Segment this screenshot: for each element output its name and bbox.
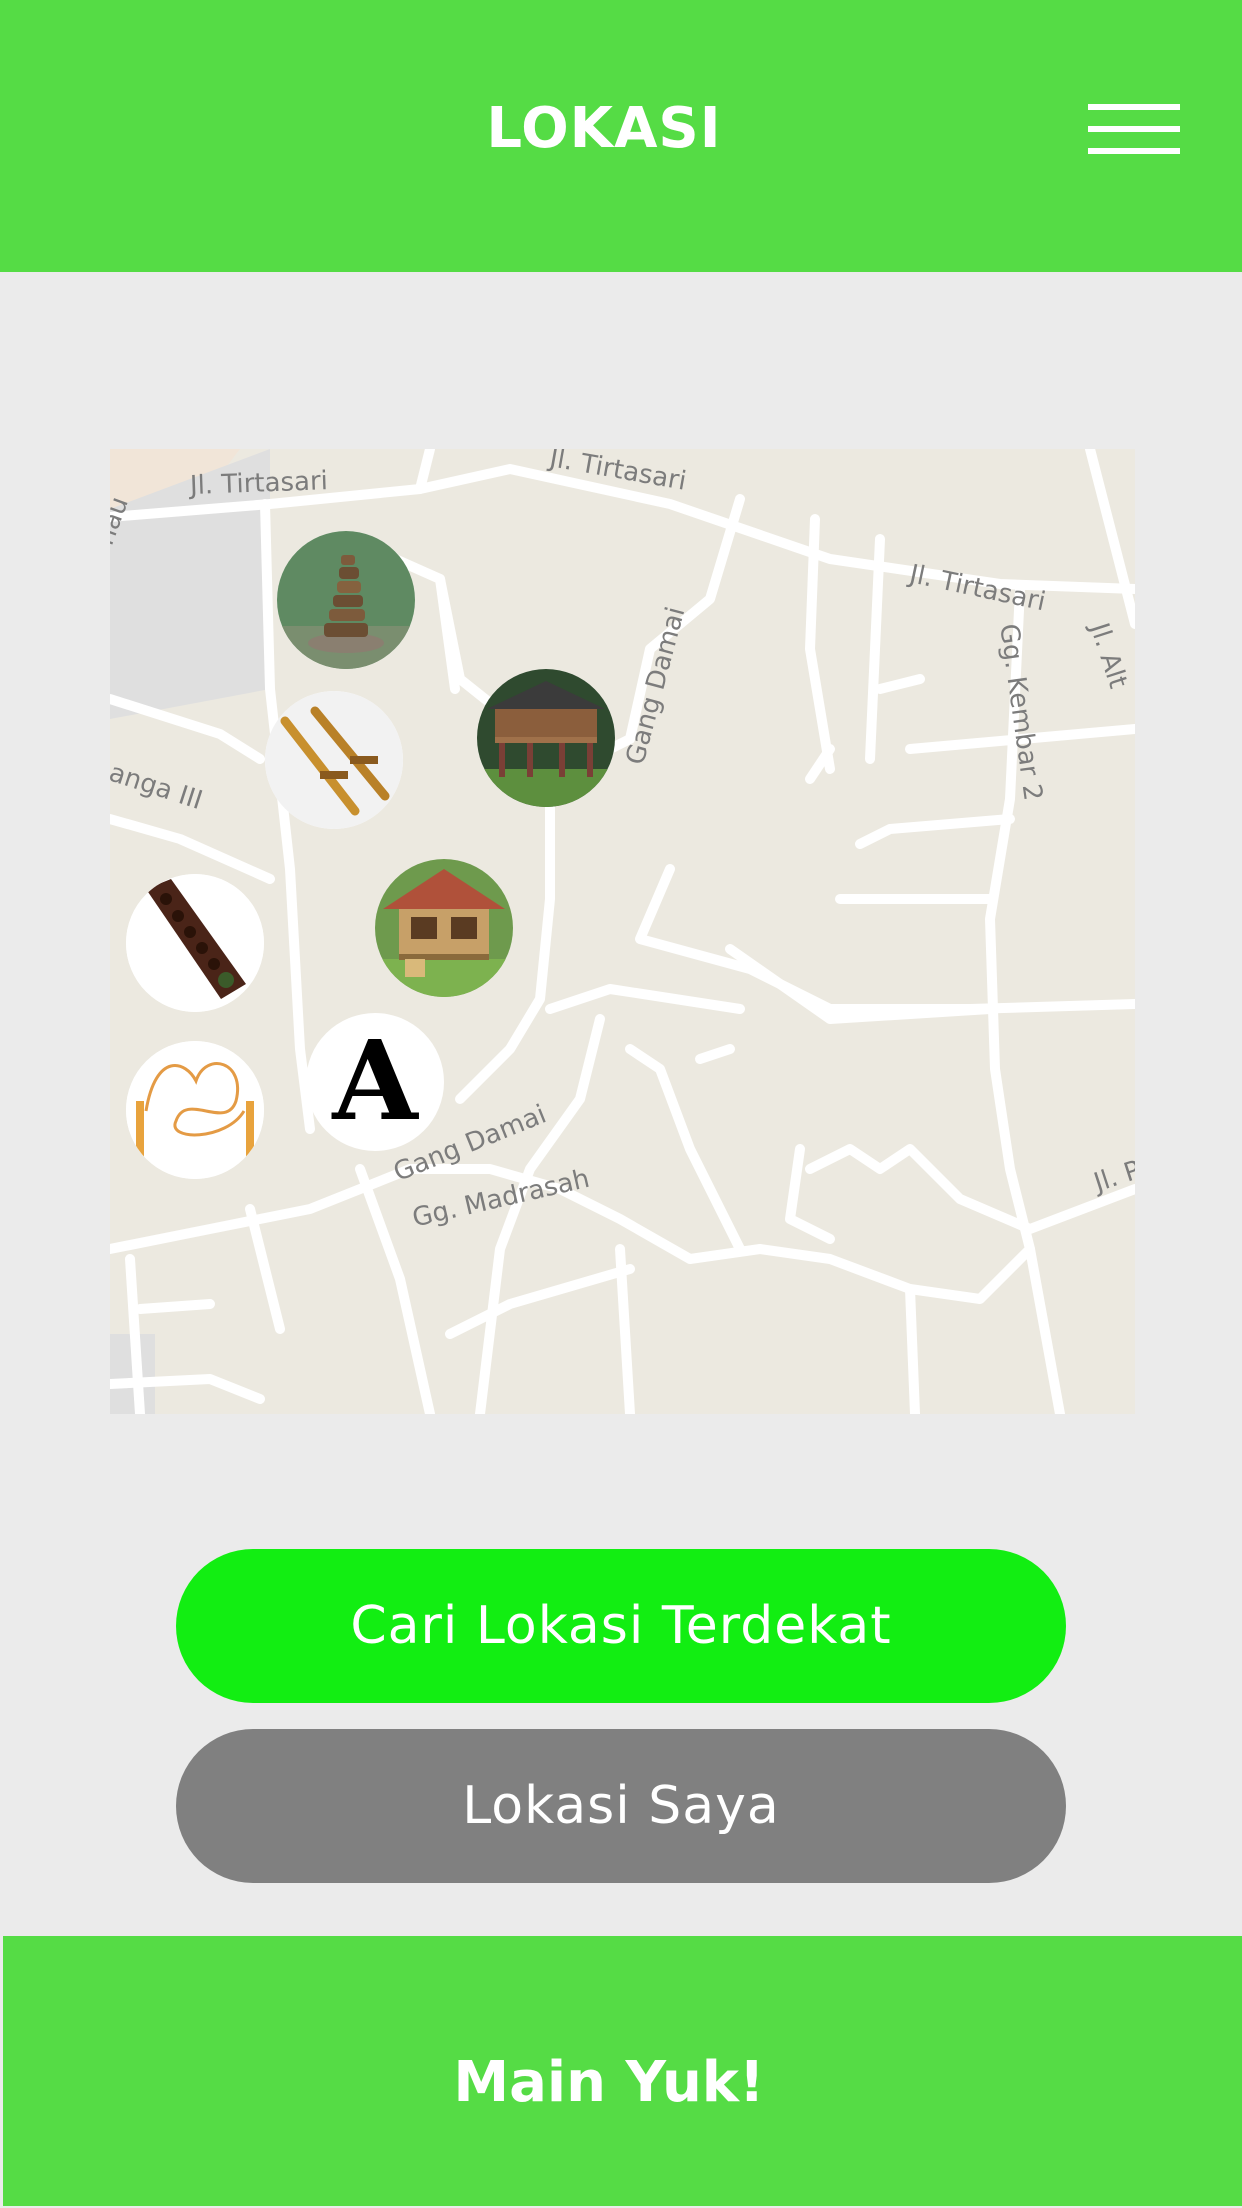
bamboo-hut-icon[interactable] — [375, 859, 513, 997]
play-button[interactable]: Main Yuk! — [3, 2050, 1215, 2115]
top-bar: LOKASI — [0, 0, 1242, 272]
stone-stack-icon[interactable] — [277, 531, 415, 669]
marker-letter: A — [332, 1016, 418, 1145]
find-nearest-button[interactable]: Cari Lokasi Terdekat — [176, 1549, 1066, 1703]
bamboo-stilts-icon[interactable] — [265, 691, 403, 829]
rope-game-icon[interactable] — [126, 1041, 264, 1179]
street-label: Jl. Tirtasari — [189, 466, 329, 501]
page-title: LOKASI — [486, 96, 722, 161]
letter-a-icon[interactable]: A — [306, 1013, 444, 1151]
hamburger-icon[interactable] — [1088, 104, 1180, 154]
my-location-button[interactable]: Lokasi Saya — [176, 1729, 1066, 1883]
bottom-bar: Main Yuk! — [3, 1936, 1242, 2206]
congklak-board-icon[interactable] — [126, 874, 264, 1012]
location-map[interactable]: Jl. Tirtasari Jl. Tirtasari Jl. Tirtasar… — [110, 449, 1135, 1414]
stilt-house-icon[interactable] — [477, 669, 615, 807]
